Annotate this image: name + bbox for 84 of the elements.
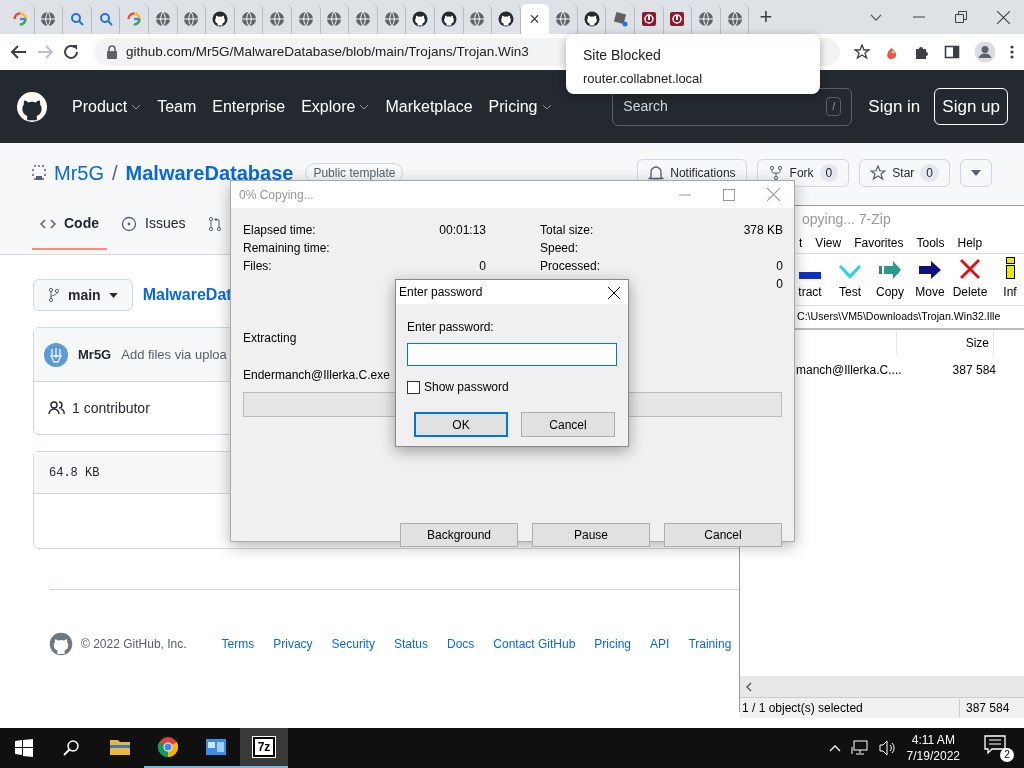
footer-link[interactable]: Security — [331, 635, 375, 653]
stat-value: 00:01:13 — [439, 223, 486, 237]
url-text: github.com/Mr5G/MalwareDatabase/blob/main/Trojans/Trojan.Win3 — [126, 42, 529, 61]
toolbar-button[interactable]: Inf — [992, 255, 1024, 301]
footer-link[interactable]: API — [650, 635, 670, 653]
footer-link[interactable]: Contact GitHub — [493, 635, 576, 653]
branch-button[interactable]: main — [33, 279, 133, 311]
toolbar-button[interactable]: Move — [912, 255, 948, 301]
repo-name-link[interactable]: MalwareDatabase — [125, 158, 294, 188]
dialog-button[interactable]: Cancel — [521, 412, 615, 437]
sign-up-button[interactable]: Sign up — [934, 87, 1008, 126]
repo-tab[interactable]: Issues — [113, 213, 194, 250]
nav-link[interactable]: Enterprise — [212, 94, 286, 119]
search-placeholder: Search — [623, 97, 668, 116]
taskbar-app[interactable]: 7z — [240, 728, 288, 768]
toolbar-button[interactable]: Test — [832, 255, 868, 301]
menu-item[interactable]: Favorites — [854, 233, 904, 252]
notification-count: 2 — [1000, 748, 1014, 762]
stat-value: 378 KB — [743, 223, 783, 237]
file-size: 387 584 — [951, 362, 996, 379]
stat-value: 0 — [479, 259, 486, 273]
commit-message: Add files via uploa — [121, 345, 227, 364]
popup-title: Site Blocked — [583, 46, 662, 65]
dialog-button[interactable]: Background — [400, 523, 518, 547]
column-header[interactable]: Size — [896, 331, 994, 355]
count-badge: 0 — [819, 164, 839, 182]
footer-link[interactable]: Docs — [446, 635, 475, 653]
menu-item[interactable]: View — [815, 233, 842, 252]
close-tab-button[interactable]: × — [520, 4, 550, 34]
owner-link[interactable]: Mr5G — [54, 158, 104, 188]
count-badge: 0 — [920, 164, 939, 182]
stat-label: Total size: — [540, 223, 594, 237]
repo-tab[interactable]: Code — [32, 213, 107, 250]
toolbar-button[interactable]: Copy — [872, 255, 908, 301]
fork-button[interactable]: Fork 0 — [756, 159, 850, 187]
file-size: 64.8 KB — [49, 464, 100, 482]
stat-label: Elapsed time: — [243, 223, 316, 237]
commit-author-link[interactable]: Mr5G — [78, 344, 112, 365]
window-title: 0% Copying... — [239, 186, 314, 204]
window-title: opying... 7-Zip — [802, 209, 891, 229]
footer-link[interactable]: Training — [688, 635, 732, 653]
clock[interactable]: 4:11 AM 7/19/2022 — [906, 732, 960, 764]
toolbar-button[interactable]: Delete — [952, 255, 988, 301]
contributors-link[interactable]: 1 contributor — [72, 397, 150, 419]
current-file: Endermanch@Illerka.C.exe — [243, 367, 391, 384]
nav-link[interactable]: Marketplace — [385, 94, 473, 119]
nav-link[interactable]: Explore — [301, 94, 370, 119]
menu-item[interactable]: Help — [957, 233, 983, 252]
stat-label: Files: — [243, 259, 272, 273]
toolbar-button[interactable]: tract — [792, 255, 828, 301]
dialog-button[interactable]: OK — [414, 412, 508, 437]
copyright-text: © 2022 GitHub, Inc. — [81, 636, 187, 653]
shortcut-key: / — [826, 97, 842, 116]
stat-value: 0 — [776, 277, 783, 291]
status-text: 1 / 1 object(s) selected — [740, 699, 960, 717]
operation-label: Extracting — [243, 330, 298, 347]
stat-label: Remaining time: — [243, 241, 330, 255]
footer-link[interactable]: Privacy — [273, 635, 313, 653]
dialog-button[interactable]: Cancel — [664, 523, 782, 547]
stat-value: 0 — [776, 259, 783, 273]
stat-label: Processed: — [540, 259, 601, 273]
field-label: Enter password: — [407, 319, 495, 336]
stat-label: Speed: — [540, 241, 579, 255]
path-separator: / — [112, 161, 118, 186]
new-tab-button[interactable]: + — [759, 6, 773, 28]
menu-item[interactable]: Tools — [916, 233, 945, 252]
app-logo: 7z — [253, 737, 275, 757]
popup-text: router.collabnet.local — [583, 70, 704, 88]
checkbox-label: Show password — [424, 379, 509, 396]
nav-link[interactable]: Team — [157, 94, 197, 119]
sign-in-link[interactable]: Sign in — [868, 93, 921, 120]
nav-link[interactable]: Pricing — [488, 94, 552, 119]
nav-link[interactable]: Product — [72, 94, 142, 119]
breadcrumb-link[interactable]: MalwareDat — [142, 283, 232, 307]
file-name[interactable]: manch@Illerka.C.... — [796, 361, 926, 379]
dialog-button[interactable]: Pause — [532, 523, 650, 547]
footer-link[interactable]: Terms — [221, 635, 255, 653]
path-field[interactable]: C:\Users\VM5\Downloads\Trojan.Win32.Ille — [797, 309, 1001, 325]
footer-link[interactable]: Pricing — [594, 635, 632, 653]
footer-link[interactable]: Status — [393, 635, 428, 653]
dialog-title: Enter password — [399, 284, 483, 301]
search-field[interactable]: Search / — [612, 87, 853, 126]
star-button[interactable]: Star 0 — [859, 159, 950, 187]
status-text: 387 584 — [965, 700, 1010, 717]
